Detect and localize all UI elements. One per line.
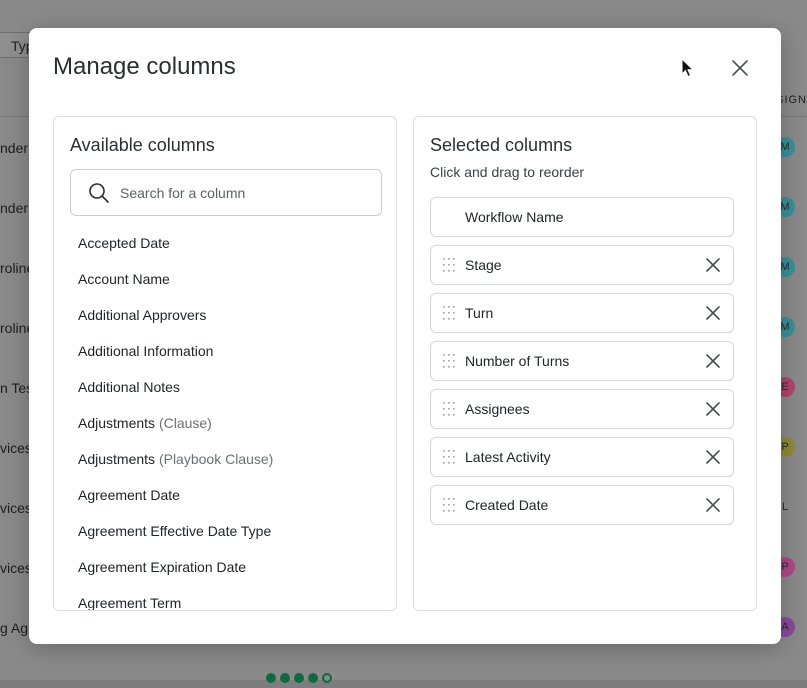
close-button[interactable]	[728, 56, 752, 80]
selected-column-item[interactable]: Stage	[430, 245, 734, 285]
progress-dot	[266, 673, 276, 683]
available-column-label: Agreement Expiration Date	[78, 559, 247, 575]
progress-dot	[294, 673, 304, 683]
selected-column-label: Latest Activity	[465, 449, 551, 465]
modal-title: Manage columns	[53, 53, 236, 80]
column-search-input[interactable]	[118, 183, 362, 202]
background-progress-dots	[266, 670, 336, 688]
progress-dot	[308, 673, 318, 683]
available-columns-list: Accepted Date Account Name Additional Appr…	[78, 225, 273, 611]
background-row-text: vices	[0, 560, 32, 576]
search-icon	[89, 182, 109, 203]
selected-columns-title: Selected columns	[430, 135, 573, 155]
selected-column-label: Number of Turns	[465, 353, 570, 369]
background-row-text: nder	[0, 200, 29, 216]
drag-handle-icon[interactable]	[442, 306, 456, 320]
remove-column-icon[interactable]	[705, 257, 721, 273]
available-column-label: Account Name	[78, 271, 170, 287]
available-column-label: Adjustments	[78, 415, 156, 431]
drag-handle-icon[interactable]	[442, 498, 456, 512]
available-column-item[interactable]: Agreement Date	[78, 477, 273, 513]
drag-handle-icon[interactable]	[442, 450, 456, 464]
available-column-item[interactable]: Adjustments (Clause)	[78, 405, 273, 441]
drag-handle-icon[interactable]	[442, 258, 456, 272]
available-column-type-tag: (Playbook Clause)	[158, 451, 274, 467]
available-column-label: Additional Approvers	[78, 307, 207, 323]
close-icon	[732, 60, 748, 76]
available-columns-title: Available columns	[70, 135, 215, 155]
available-column-item[interactable]: Account Name	[78, 261, 273, 297]
selected-column-label: Assignees	[465, 401, 530, 417]
available-column-label: Accepted Date	[78, 235, 170, 251]
selected-column-label: Turn	[465, 305, 494, 321]
selected-column-label: Stage	[465, 257, 502, 273]
selected-column-item[interactable]: Latest Activity	[430, 437, 734, 477]
selected-columns-panel: Selected columns Click and drag to reord…	[413, 116, 757, 611]
available-column-label: Additional Notes	[78, 379, 180, 395]
selected-column-fixed: Workflow Name	[430, 197, 734, 237]
progress-dot-empty	[322, 673, 332, 683]
background-row-text: vices	[0, 440, 32, 456]
selected-columns-list: Workflow Name Stage Turn Number of Turns Ass…	[430, 197, 734, 533]
progress-dot	[280, 673, 290, 683]
selected-columns-subtitle: Click and drag to reorder	[430, 164, 585, 180]
available-columns-panel: Available columns Accepted Date Account N…	[53, 116, 397, 611]
remove-column-icon[interactable]	[705, 449, 721, 465]
available-column-item[interactable]: Agreement Term	[78, 585, 273, 611]
selected-column-label: Workflow Name	[465, 209, 564, 225]
available-column-label: Agreement Date	[78, 487, 180, 503]
remove-column-icon[interactable]	[705, 353, 721, 369]
remove-column-icon[interactable]	[705, 305, 721, 321]
available-column-item[interactable]: Agreement Effective Date Type	[78, 513, 273, 549]
available-column-item[interactable]: Additional Notes	[78, 369, 273, 405]
available-column-label: Adjustments	[78, 451, 156, 467]
manage-columns-modal: Manage columns Available columns Accepte…	[29, 28, 781, 644]
remove-column-icon[interactable]	[705, 497, 721, 513]
selected-column-item[interactable]: Created Date	[430, 485, 734, 525]
available-column-label: Additional Information	[78, 343, 214, 359]
available-column-item[interactable]: Accepted Date	[78, 225, 273, 261]
background-row-text: nder	[0, 140, 29, 156]
mouse-cursor-icon	[681, 58, 695, 78]
background-row-text: g Ag	[0, 620, 29, 636]
available-column-item[interactable]: Adjustments (Playbook Clause)	[78, 441, 273, 477]
drag-handle-icon[interactable]	[442, 354, 456, 368]
available-column-label: Agreement Effective Date Type	[78, 523, 272, 539]
selected-column-item[interactable]: Assignees	[430, 389, 734, 429]
column-search-box[interactable]	[70, 169, 382, 216]
available-column-type-tag: (Clause)	[158, 415, 212, 431]
selected-column-label: Created Date	[465, 497, 549, 513]
drag-handle-icon[interactable]	[442, 402, 456, 416]
background-row-text: vices	[0, 500, 32, 516]
selected-column-item[interactable]: Number of Turns	[430, 341, 734, 381]
selected-column-item[interactable]: Turn	[430, 293, 734, 333]
available-column-item[interactable]: Agreement Expiration Date	[78, 549, 273, 585]
available-column-item[interactable]: Additional Information	[78, 333, 273, 369]
remove-column-icon[interactable]	[705, 401, 721, 417]
available-column-item[interactable]: Additional Approvers	[78, 297, 273, 333]
available-column-label: Agreement Term	[78, 595, 182, 611]
